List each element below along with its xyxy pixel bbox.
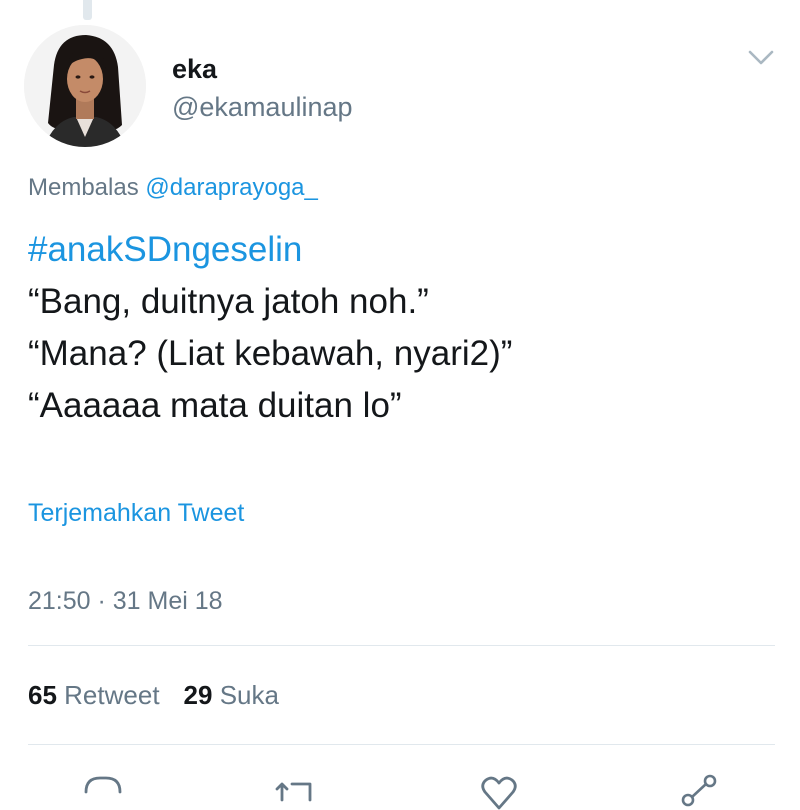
like-count: 29 bbox=[183, 680, 213, 710]
reply-prefix: Membalas bbox=[28, 174, 139, 201]
tweet-text-line: “Mana? (Liat kebawah, nyari2)” bbox=[28, 334, 513, 373]
tweet-text: #anakSDngeselin “Bang, duitnya jatoh noh… bbox=[28, 224, 778, 432]
reply-icon[interactable] bbox=[78, 770, 128, 810]
retweet-stat[interactable]: 65 Retweet bbox=[28, 680, 160, 710]
retweet-label: Retweet bbox=[64, 680, 160, 710]
tweet-timestamp[interactable]: 21:50 · 31 Mei 18 bbox=[28, 586, 223, 616]
tweet-stats: 65 Retweet 29 Suka bbox=[28, 680, 279, 710]
retweet-count: 65 bbox=[28, 680, 57, 710]
divider bbox=[28, 645, 775, 646]
tweet-text-line: “Bang, duitnya jatoh noh.” bbox=[28, 282, 429, 321]
avatar-image bbox=[24, 25, 146, 147]
retweet-icon[interactable] bbox=[272, 770, 322, 810]
tweet-text-line: “Aaaaaa mata duitan lo” bbox=[28, 386, 402, 425]
author-display-name[interactable]: eka bbox=[172, 54, 217, 84]
like-stat[interactable]: 29 Suka bbox=[184, 680, 279, 710]
like-label: Suka bbox=[219, 680, 279, 710]
chevron-down-icon[interactable] bbox=[746, 44, 776, 70]
translate-tweet-link[interactable]: Terjemahkan Tweet bbox=[28, 498, 244, 528]
share-icon[interactable] bbox=[674, 770, 724, 810]
hashtag-link[interactable]: #anakSDngeselin bbox=[28, 224, 778, 276]
reply-mention-link[interactable]: @daraprayoga_ bbox=[145, 174, 317, 201]
thread-connector-line bbox=[83, 0, 92, 20]
reply-context: Membalas @daraprayoga_ bbox=[28, 174, 318, 202]
divider bbox=[28, 744, 775, 745]
author-handle[interactable]: @ekamaulinap bbox=[172, 92, 353, 122]
heart-icon[interactable] bbox=[474, 770, 524, 810]
avatar[interactable] bbox=[24, 25, 146, 147]
